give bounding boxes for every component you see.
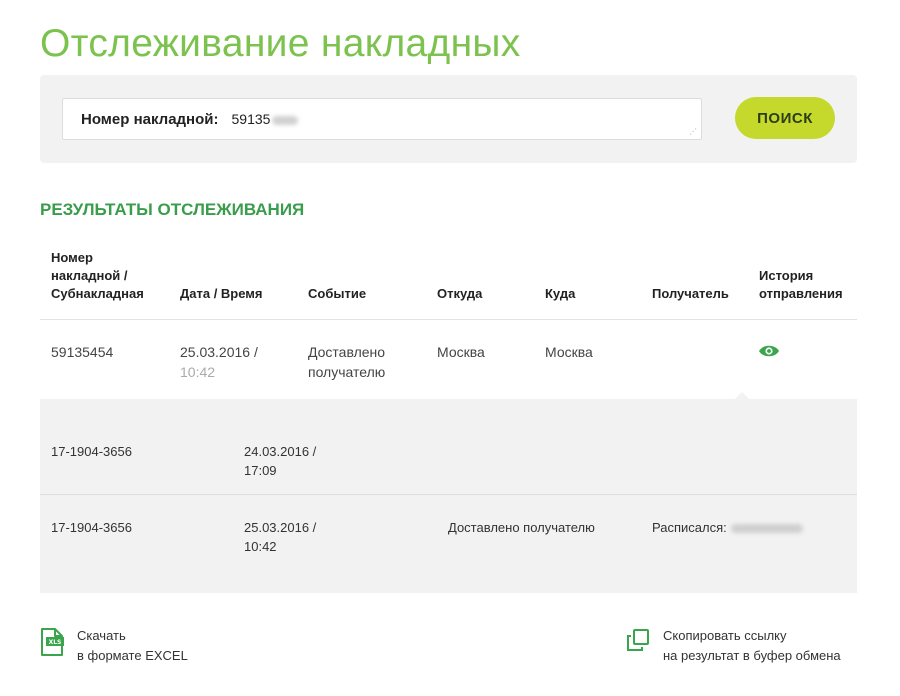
svg-text:XLS: XLS: [49, 639, 62, 646]
blurred-signer-name: [730, 524, 803, 534]
results-title: РЕЗУЛЬТАТЫ ОТСЛЕЖИВАНИЯ: [40, 200, 305, 219]
download-excel-link[interactable]: Скачать в формате EXCEL: [77, 626, 188, 666]
row-date: 25.03.2016 /: [180, 344, 258, 360]
eye-icon[interactable]: [758, 344, 780, 358]
column-header-recipient: Получатель: [652, 286, 729, 301]
sub-row-2-date: 25.03.2016 /: [244, 520, 317, 535]
row-from: Москва: [437, 344, 485, 360]
waybill-number-input[interactable]: Номер накладной: 59135 ⋰: [62, 98, 702, 140]
search-panel: Номер накладной: 59135 ⋰ ПОИСК: [40, 75, 857, 163]
column-header-to: Куда: [545, 286, 576, 301]
copy-link-icon[interactable]: [626, 628, 650, 652]
sub-row-divider: [40, 494, 857, 495]
excel-file-icon[interactable]: XLS: [40, 627, 64, 657]
column-header-from: Откуда: [437, 286, 483, 301]
search-button[interactable]: ПОИСК: [735, 97, 835, 139]
column-header-date: Дата / Время: [180, 286, 263, 301]
column-header-event: Событие: [308, 286, 367, 301]
row-event: Доставлено получателю: [308, 344, 386, 380]
sub-row-2-event: Доставлено получателю: [448, 520, 595, 535]
header-divider: [40, 319, 857, 320]
row-time: 10:42: [180, 364, 216, 380]
page-title: Отслеживание накладных: [40, 22, 521, 65]
resize-grip-icon[interactable]: ⋰: [689, 128, 697, 136]
sub-row-2-time: 10:42: [244, 539, 277, 554]
sub-row-2-signed: Расписался:: [652, 518, 803, 537]
column-header-history: История отправления: [759, 268, 843, 301]
panel-caret: [735, 392, 749, 399]
sub-waybill-panel: 17-1904-3656 24.03.2016 / 17:09 17-1904-…: [40, 392, 857, 593]
row-to: Москва: [545, 344, 593, 360]
blurred-digits: [272, 115, 299, 125]
waybill-number-value: 59135: [232, 111, 299, 127]
sub-row-1-time: 17:09: [244, 463, 277, 478]
sub-row-2-number: 17-1904-3656: [51, 520, 132, 535]
column-header-number: Номер накладной / Субнакладная: [51, 250, 144, 301]
copy-link[interactable]: Скопировать ссылку на результат в буфер …: [663, 626, 841, 666]
row-waybill-number: 59135454: [51, 344, 114, 360]
sub-row-1-number: 17-1904-3656: [51, 444, 132, 459]
waybill-number-label: Номер накладной:: [81, 110, 219, 128]
sub-row-1-date: 24.03.2016 /: [244, 444, 317, 459]
